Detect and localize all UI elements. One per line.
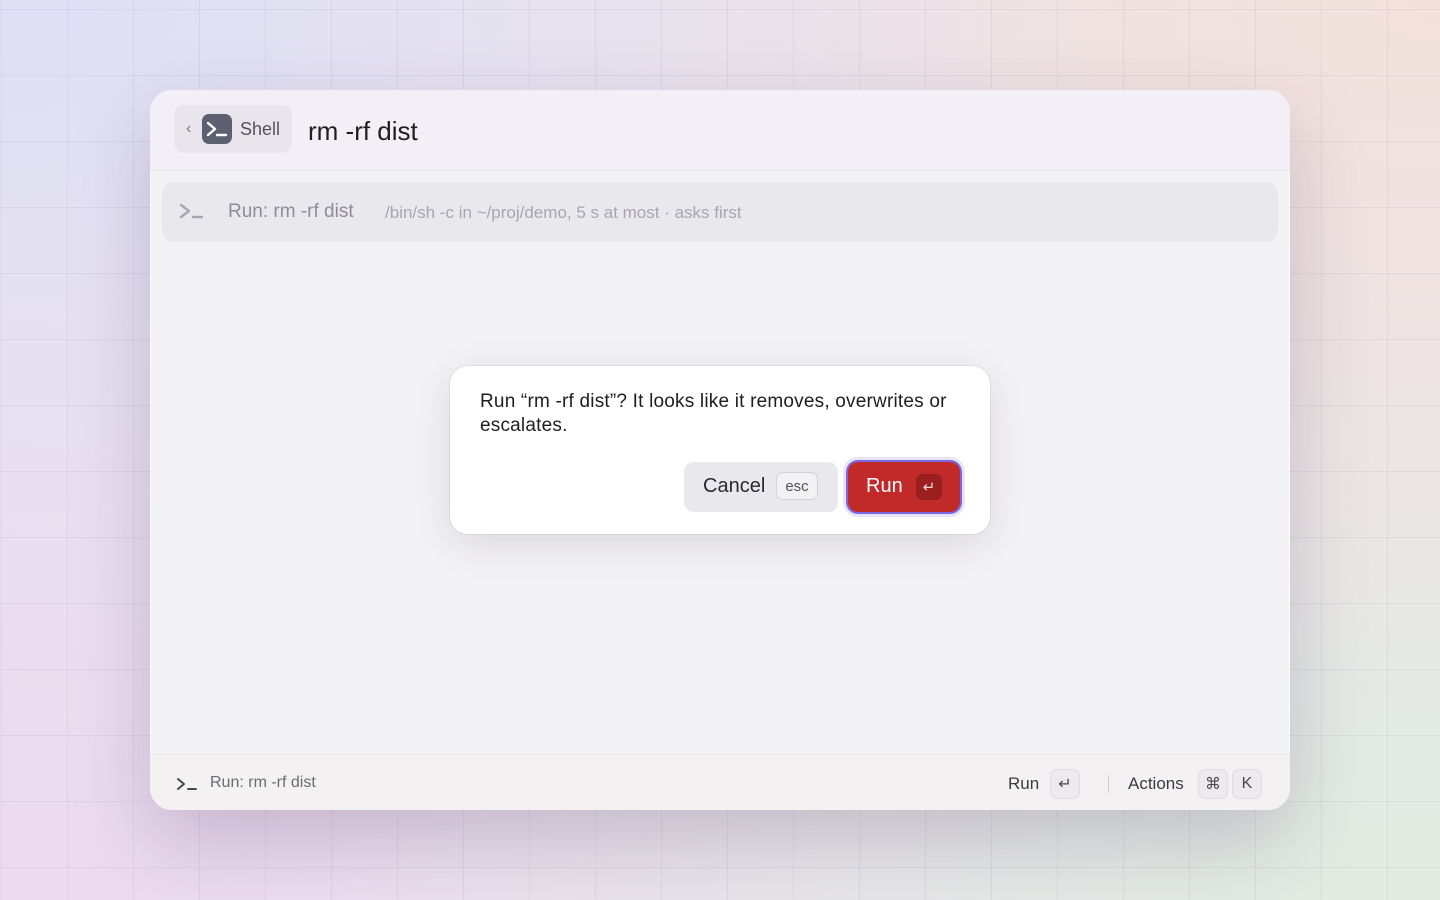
command-key-icon: ⌘ xyxy=(1198,769,1228,799)
cancel-button[interactable]: Cancel esc xyxy=(684,462,838,512)
launcher-window: ‹ Shell Run: rm -rf dist /bin/sh -c in ~… xyxy=(150,90,1290,810)
terminal-prompt-icon xyxy=(178,202,206,222)
footer-title: Run: rm -rf dist xyxy=(210,774,316,791)
list-item-title: Run: rm -rf dist xyxy=(228,201,354,222)
terminal-icon xyxy=(202,114,232,144)
run-confirm-button[interactable]: Run ↵ xyxy=(848,462,960,512)
list-item-subtitle: /bin/sh -c in ~/proj/demo, 5 s at most ·… xyxy=(385,203,742,222)
footer-divider xyxy=(1108,775,1109,793)
terminal-prompt-icon xyxy=(176,777,198,791)
enter-key-icon: ↵ xyxy=(1050,769,1080,799)
actions-button[interactable]: Actions xyxy=(1128,774,1184,794)
search-bar: ‹ Shell xyxy=(150,90,1290,171)
esc-shortcut-key: esc xyxy=(776,472,818,500)
search-input[interactable] xyxy=(306,110,1210,152)
confirm-dialog: Run “rm -rf dist”? It looks like it remo… xyxy=(450,366,990,534)
cancel-label: Cancel xyxy=(703,475,766,497)
list-item[interactable]: Run: rm -rf dist /bin/sh -c in ~/proj/de… xyxy=(162,182,1278,242)
dialog-message: Run “rm -rf dist”? It looks like it remo… xyxy=(480,391,947,436)
k-key: K xyxy=(1232,769,1262,799)
extension-name: Shell xyxy=(240,118,281,139)
run-label: Run xyxy=(866,475,903,497)
chevron-left-icon: ‹ xyxy=(186,120,192,137)
enter-key-icon: ↵ xyxy=(916,474,942,500)
back-to-shell-button[interactable]: ‹ Shell xyxy=(174,105,293,153)
action-bar: Run: rm -rf dist Run ↵ Actions ⌘ K xyxy=(150,754,1290,810)
primary-action-button[interactable]: Run xyxy=(1008,774,1039,794)
